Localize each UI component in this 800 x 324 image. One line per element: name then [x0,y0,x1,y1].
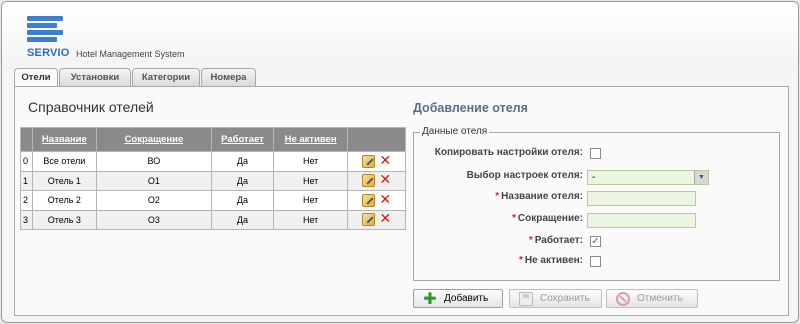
column-header-short[interactable]: Сокращение [95,127,213,152]
column-header-inactive[interactable]: Не активен [272,127,349,152]
short-label: * Сокращение: [512,213,583,224]
tab-settings[interactable]: Установки [59,68,131,87]
delete-icon[interactable]: ✕ [379,193,392,207]
edit-icon[interactable] [361,154,375,168]
row-index: 3 [20,209,33,230]
cell-name: Все отели [31,151,97,172]
copy-settings-checkbox[interactable] [590,148,601,159]
index-header [20,127,33,152]
servio-logo: SERVIO [27,14,70,60]
select-settings-label: Выбор настроек отеля: [466,170,583,181]
hotels-table: Название Сокращение Работает Не активен … [20,127,406,230]
cancel-icon [616,292,630,306]
cell-short: О1 [95,170,213,191]
plus-icon: ✚ [423,289,437,308]
chevron-down-icon[interactable]: ▼ [694,171,708,184]
cell-name: Отель 1 [31,170,97,191]
table-row[interactable]: 3 Отель 3 О3 Да Нет ✕ [20,209,406,230]
table-row[interactable]: 1 Отель 1 О1 Да Нет ✕ [20,170,406,191]
settings-select-value: - [592,172,596,183]
cell-works: Да [211,190,274,211]
row-index: 1 [20,170,33,191]
cell-inactive: Нет [272,209,349,230]
fieldset-legend: Данные отеля [420,126,490,137]
row-actions: ✕ [347,209,406,230]
row-actions: ✕ [347,170,406,191]
settings-select[interactable]: - ▼ [587,170,709,185]
cell-works: Да [211,209,274,230]
add-button[interactable]: ✚ Добавить [413,289,503,308]
cell-short: О2 [95,190,213,211]
save-button[interactable]: Сохранить [509,289,602,308]
inactive-label: * Не активен: [518,255,583,266]
row-actions: ✕ [347,151,406,172]
hotel-short-input[interactable] [587,213,696,228]
hotel-data-fieldset: Данные отеля Копировать настройки отеля:… [413,126,780,281]
required-mark: * [512,213,516,224]
required-mark: * [528,235,533,246]
row-index: 2 [20,190,33,211]
column-header-works[interactable]: Работает [211,127,274,152]
cell-name: Отель 2 [31,190,97,211]
hotel-name-input[interactable] [587,191,696,206]
tab-categories[interactable]: Категории [132,68,200,87]
required-mark: * [518,255,523,266]
cell-inactive: Нет [272,170,349,191]
table-row[interactable]: 0 Все отели ВО Да Нет ✕ [20,151,406,172]
delete-icon[interactable]: ✕ [379,173,392,187]
table-header-row: Название Сокращение Работает Не активен [20,127,406,152]
form-title: Добавление отеля [413,101,528,115]
edit-icon[interactable] [361,193,375,207]
inactive-checkbox[interactable] [590,256,601,267]
works-label: * Работает: [528,235,583,246]
app-window: SERVIO Hotel Management System Отели Уст… [1,1,799,323]
cell-inactive: Нет [272,190,349,211]
list-title: Справочник отелей [28,99,154,115]
cancel-button[interactable]: Отменить [606,289,698,308]
tab-rooms[interactable]: Номера [201,68,256,87]
cell-name: Отель 3 [31,209,97,230]
actions-header [347,127,406,152]
copy-settings-label: Копировать настройки отеля: [434,147,583,158]
header: SERVIO Hotel Management System [2,2,798,70]
delete-icon[interactable]: ✕ [379,212,392,226]
cell-works: Да [211,151,274,172]
column-header-name[interactable]: Название [31,127,97,152]
cell-short: ВО [95,151,213,172]
cell-short: О3 [95,209,213,230]
tab-hotels[interactable]: Отели [14,68,58,88]
works-checkbox[interactable]: ✓ [590,236,601,247]
cell-works: Да [211,170,274,191]
required-mark: * [495,191,500,202]
tab-content: Справочник отелей Название Сокращение Ра… [14,87,789,316]
edit-icon[interactable] [361,213,375,227]
row-actions: ✕ [347,190,406,211]
delete-icon[interactable]: ✕ [379,154,392,168]
row-index: 0 [20,151,33,172]
table-row[interactable]: 2 Отель 2 О2 Да Нет ✕ [20,190,406,211]
system-name: Hotel Management System [76,49,185,59]
name-label: * Название отеля: [495,191,583,202]
edit-icon[interactable] [361,174,375,188]
logo-text: SERVIO [27,47,70,59]
save-icon [519,292,533,306]
cell-inactive: Нет [272,151,349,172]
